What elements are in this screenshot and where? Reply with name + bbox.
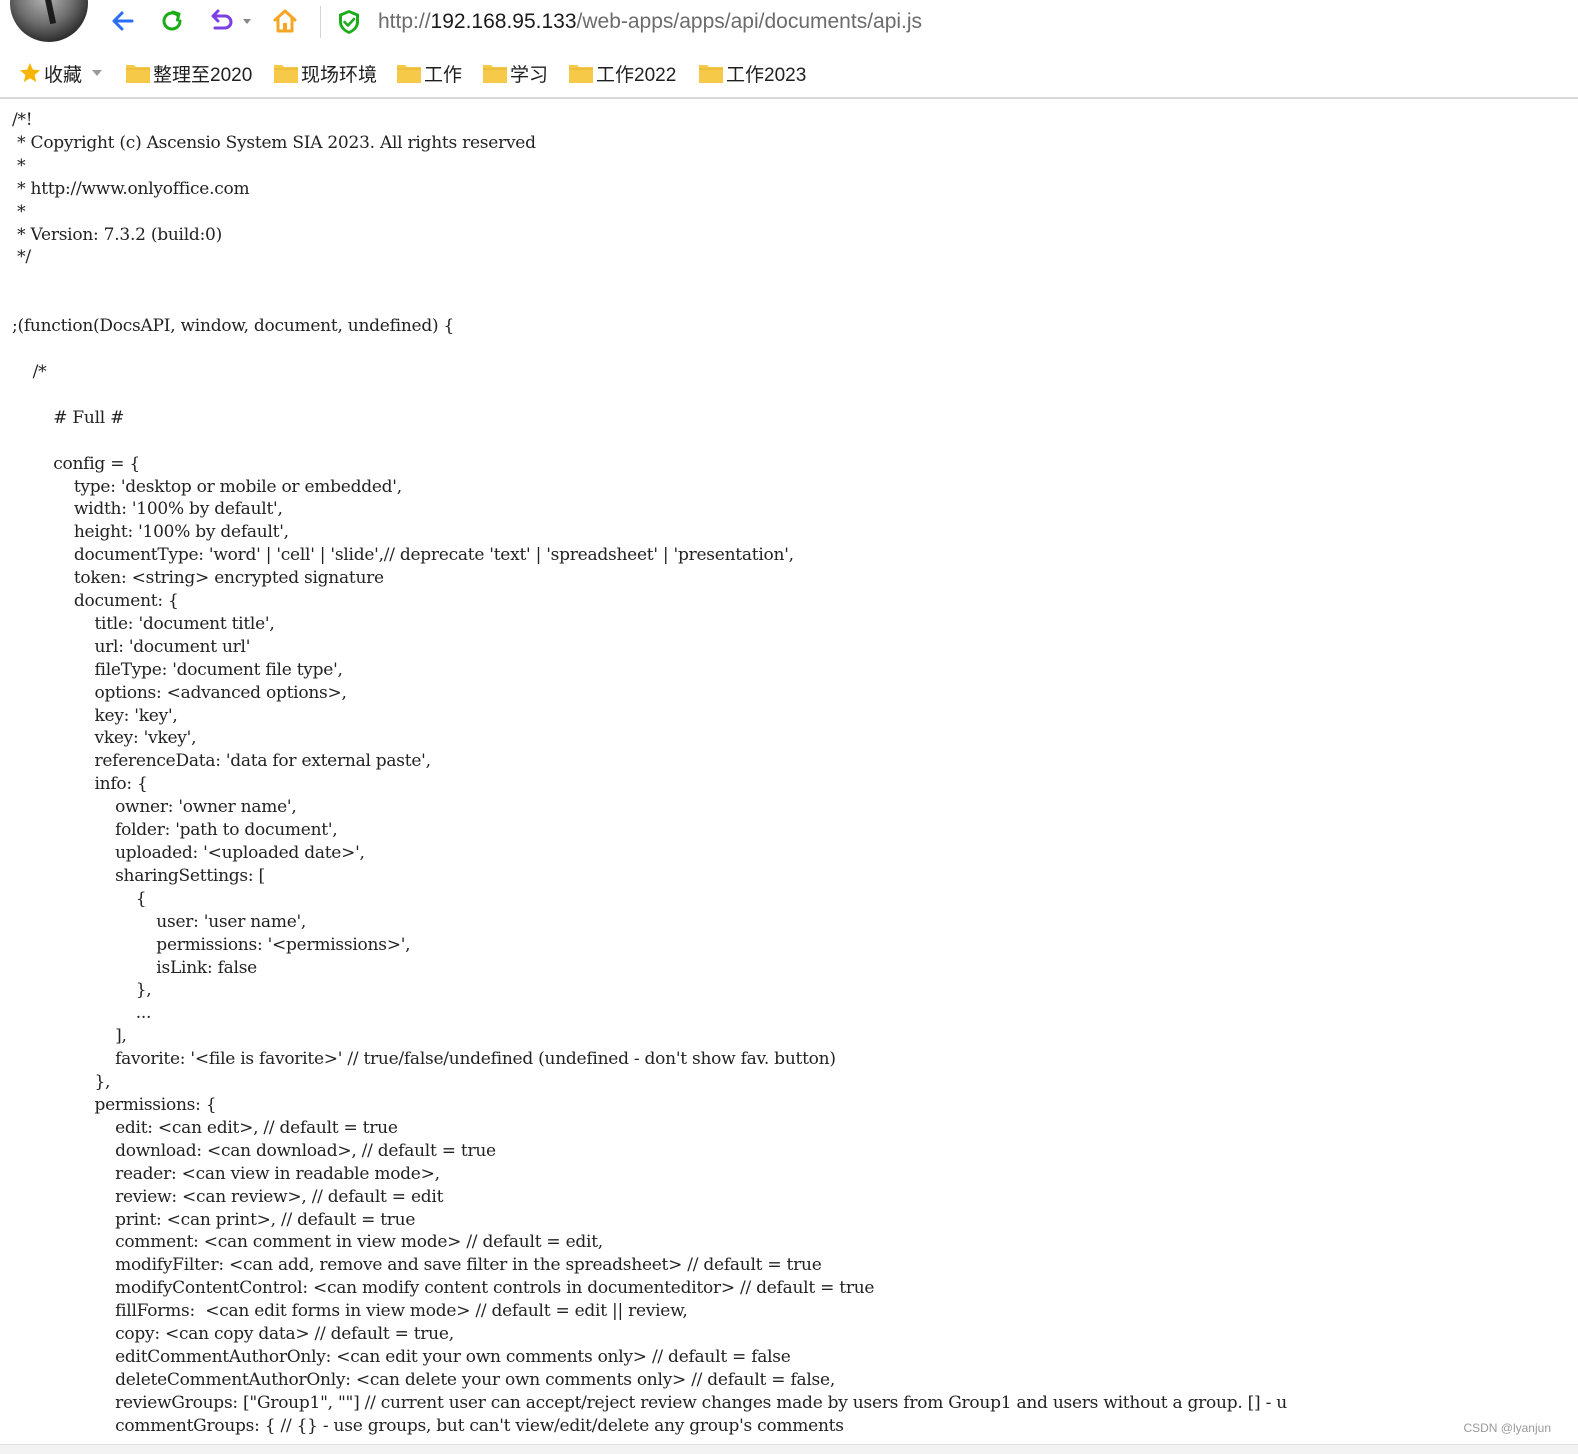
refresh-button[interactable] — [157, 5, 187, 37]
code-line: user: 'user name', — [12, 911, 307, 932]
code-line: /*! — [12, 110, 33, 130]
folder-icon — [274, 65, 298, 83]
code-line: permissions: '<permissions>', — [12, 934, 411, 955]
undo-icon — [211, 9, 251, 30]
code-line: url: 'document url' — [12, 636, 251, 657]
code-line: * Version: 7.3.2 (build:0) — [12, 224, 222, 245]
code-line: copy: <can copy data> // default = true, — [12, 1324, 454, 1345]
code-line: fileType: 'document file type', — [12, 659, 343, 680]
code-line: folder: 'path to document', — [12, 820, 338, 841]
bookmark-folder-label: 工作2023 — [726, 64, 807, 86]
code-line: document: { — [12, 591, 179, 612]
address-bar[interactable]: http://192.168.95.133/web-apps/apps/api/… — [378, 6, 922, 38]
code-line: comment: <can comment in view mode> // d… — [12, 1232, 603, 1253]
code-line: * Copyright (c) Ascensio System SIA 2023… — [12, 132, 536, 153]
bookmark-folder-1[interactable]: 现场环境 — [273, 60, 377, 86]
code-line: title: 'document title', — [12, 613, 275, 634]
code-line: fillForms: <can edit forms in view mode>… — [12, 1301, 688, 1322]
code-line: * — [12, 201, 26, 222]
code-line: options: <advanced options>, — [12, 682, 347, 703]
code-line: favorite: '<file is favorite>' // true/f… — [12, 1049, 836, 1070]
code-line: sharingSettings: [ — [12, 865, 265, 886]
bookmarks-bar: 收藏 整理至2020 现场环境 工作 学习 工作2022 工作2023 — [0, 48, 1578, 99]
chevron-down-icon — [243, 19, 251, 24]
security-shield-icon[interactable] — [336, 8, 362, 36]
code-line: }, — [12, 1072, 111, 1093]
code-line: info: { — [12, 774, 148, 795]
code-line: review: <can review>, // default = edit — [12, 1186, 444, 1207]
code-line: reviewGroups: ["Group1", ""] // current … — [12, 1392, 1287, 1413]
horizontal-scrollbar[interactable] — [0, 1444, 1578, 1454]
code-line: * — [12, 155, 26, 176]
bookmark-folder-label: 整理至2020 — [153, 64, 253, 86]
code-line: width: '100% by default', — [12, 499, 283, 520]
code-line: print: <can print>, // default = true — [12, 1209, 416, 1230]
code-line: reader: <can view in readable mode>, — [12, 1163, 440, 1184]
url-host: 192.168.95.133 — [430, 10, 577, 33]
code-line: /* — [12, 361, 47, 382]
code-line: height: '100% by default', — [12, 522, 289, 543]
back-button[interactable] — [108, 5, 138, 37]
watermark: CSDN @lyanjun — [1460, 1420, 1554, 1436]
bookmark-folder-label: 现场环境 — [301, 64, 378, 86]
code-line: documentType: 'word' | 'cell' | 'slide',… — [12, 545, 794, 566]
bookmark-folder-2[interactable]: 工作 — [396, 60, 462, 86]
folder-icon — [126, 65, 150, 83]
arrow-left-icon — [112, 11, 134, 31]
code-line: ;(function(DocsAPI, window, document, un… — [12, 316, 455, 337]
folder-icon — [483, 65, 507, 83]
bookmark-folder-5[interactable]: 工作2023 — [698, 60, 806, 86]
home-icon — [273, 9, 297, 33]
code-line: config = { — [12, 453, 140, 474]
browser-toolbar: http://192.168.95.133/web-apps/apps/api/… — [0, 0, 1578, 46]
bookmark-folder-label: 学习 — [510, 64, 549, 86]
folder-icon — [699, 65, 723, 83]
bookmark-folder-label: 工作2022 — [596, 64, 677, 86]
code-line: owner: 'owner name', — [12, 797, 297, 818]
toolbar-divider — [320, 6, 321, 38]
code-line: # Full # — [12, 407, 125, 428]
code-line: ], — [12, 1026, 127, 1047]
home-button[interactable] — [270, 5, 300, 37]
code-line: ... — [12, 1003, 152, 1024]
bookmark-favorites-label: 收藏 — [44, 64, 83, 86]
favorites-dropdown-icon[interactable] — [91, 67, 103, 79]
code-line: key: 'key', — [12, 705, 178, 726]
source-code: /*! * Copyright (c) Ascensio System SIA … — [12, 109, 1578, 1438]
url-scheme: http:// — [378, 10, 431, 33]
code-line: uploaded: '<uploaded date>', — [12, 843, 365, 863]
code-line: referenceData: 'data for external paste'… — [12, 751, 431, 772]
folder-icon — [569, 65, 593, 83]
code-line: modifyContentControl: <can modify conten… — [12, 1278, 875, 1299]
undo-close-tab-button[interactable] — [207, 5, 255, 37]
code-line: type: 'desktop or mobile or embedded', — [12, 476, 402, 497]
source-code-viewer[interactable]: /*! * Copyright (c) Ascensio System SIA … — [12, 109, 1578, 1445]
bookmark-folder-label: 工作 — [424, 64, 463, 86]
code-line: * http://www.onlyoffice.com — [12, 178, 250, 199]
code-line: vkey: 'vkey', — [12, 728, 197, 749]
code-line: }, — [12, 980, 152, 1001]
code-line: { — [12, 888, 147, 909]
profile-avatar[interactable] — [10, 0, 88, 42]
code-line: editCommentAuthorOnly: <can edit your ow… — [12, 1346, 791, 1367]
code-line: isLink: false — [12, 957, 257, 978]
refresh-icon — [162, 10, 182, 31]
code-line: token: <string> encrypted signature — [12, 568, 384, 589]
bookmark-favorites[interactable]: 收藏 — [18, 60, 82, 86]
code-line: deleteCommentAuthorOnly: <can delete you… — [12, 1369, 835, 1390]
code-line: modifyFilter: <can add, remove and save … — [12, 1255, 822, 1276]
code-line: commentGroups: { // {} - use groups, but… — [12, 1415, 844, 1436]
code-line: download: <can download>, // default = t… — [12, 1140, 496, 1161]
bookmark-folder-3[interactable]: 学习 — [482, 60, 548, 86]
bookmark-folder-0[interactable]: 整理至2020 — [125, 60, 252, 86]
code-line: */ — [12, 247, 31, 268]
folder-icon — [397, 65, 421, 83]
bookmark-folder-4[interactable]: 工作2022 — [568, 60, 676, 86]
url-path: /web-apps/apps/api/documents/api.js — [576, 10, 923, 33]
star-icon — [20, 63, 40, 82]
code-line: edit: <can edit>, // default = true — [12, 1117, 398, 1138]
code-line: permissions: { — [12, 1094, 217, 1115]
